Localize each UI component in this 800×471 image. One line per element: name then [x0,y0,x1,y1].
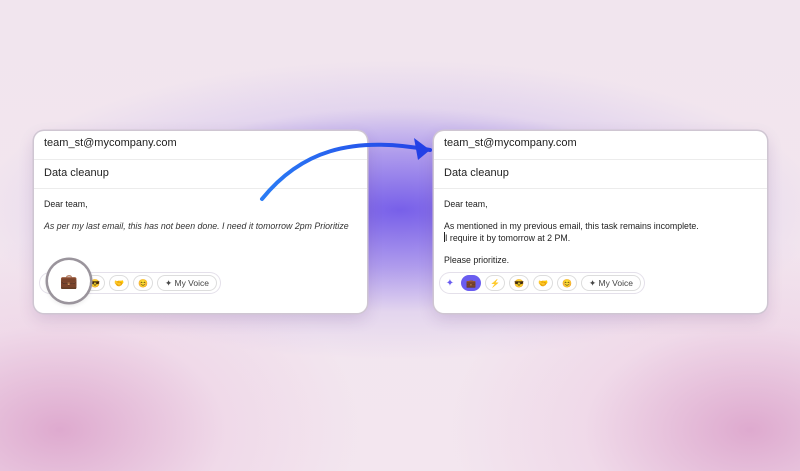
curved-arrow-icon [260,138,432,201]
